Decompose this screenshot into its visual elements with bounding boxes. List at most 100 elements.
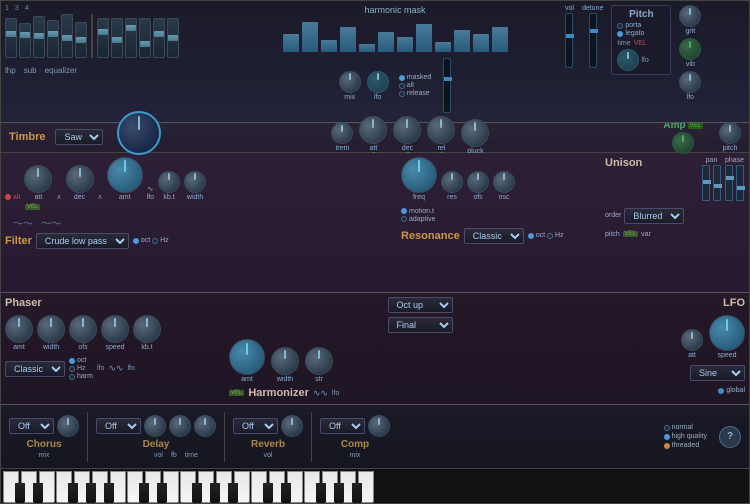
key-gs3[interactable]: [334, 483, 344, 503]
fader-9[interactable]: [125, 18, 137, 58]
fader-10[interactable]: [139, 18, 151, 58]
grit-knob[interactable]: [679, 5, 701, 27]
key-fs2[interactable]: [192, 483, 202, 503]
freq-knob[interactable]: [401, 157, 437, 193]
fader-11[interactable]: [153, 18, 165, 58]
hbar-4[interactable]: [340, 27, 356, 52]
porta-dot[interactable]: [617, 23, 623, 29]
key-as3[interactable]: [352, 483, 362, 503]
reverb-vol-knob[interactable]: [281, 415, 303, 437]
filter-oct-dot[interactable]: [133, 238, 139, 244]
phaser-oct-dot[interactable]: [69, 358, 75, 364]
delay-vol-knob[interactable]: [144, 415, 166, 437]
hbar-11[interactable]: [473, 34, 489, 52]
phaser-hz-dot[interactable]: [69, 366, 75, 372]
fader-4[interactable]: [47, 20, 59, 58]
filter-type-dropdown[interactable]: Crude low pass: [36, 233, 129, 249]
motion-t-dot[interactable]: [401, 208, 407, 214]
hbar-7[interactable]: [397, 37, 413, 52]
lfo-type-dropdown[interactable]: Sine: [690, 365, 745, 381]
delay-fb-knob[interactable]: [169, 415, 191, 437]
phaser-amt-knob[interactable]: [5, 315, 33, 343]
key-cs1[interactable]: [15, 483, 25, 503]
filter-amt-knob[interactable]: [107, 157, 143, 193]
hbar-5[interactable]: [359, 44, 375, 52]
key-ds3[interactable]: [281, 483, 291, 503]
fader-7[interactable]: [97, 18, 109, 58]
key-cs2[interactable]: [139, 483, 149, 503]
filter-hz-dot[interactable]: [152, 238, 158, 244]
fader-2[interactable]: [19, 23, 31, 58]
key-gs1[interactable]: [86, 483, 96, 503]
mix-knob[interactable]: [339, 71, 361, 93]
rel-knob[interactable]: [427, 116, 455, 144]
filter-width-knob[interactable]: [184, 171, 206, 193]
lfo-knob-top[interactable]: [367, 71, 389, 93]
amp-knob[interactable]: [672, 132, 694, 154]
lfo-right-knob[interactable]: [679, 71, 701, 93]
phaser-dropdown[interactable]: Classic: [5, 361, 65, 377]
pan-fader-2[interactable]: [713, 165, 721, 201]
hbar-10[interactable]: [454, 30, 470, 52]
chorus-dropdown[interactable]: Off: [9, 418, 54, 434]
phaser-ofs-knob[interactable]: [69, 315, 97, 343]
filter-kbt-knob[interactable]: [158, 171, 180, 193]
hbar-9[interactable]: [435, 42, 451, 52]
res-oct-dot[interactable]: [528, 233, 534, 239]
key-as2[interactable]: [228, 483, 238, 503]
res-knob[interactable]: [441, 171, 463, 193]
timbre-dropdown[interactable]: Saw: [55, 129, 103, 145]
delay-time-knob[interactable]: [194, 415, 216, 437]
harm-width-knob[interactable]: [271, 347, 299, 375]
key-gs2[interactable]: [210, 483, 220, 503]
reverb-dropdown[interactable]: Off: [233, 418, 278, 434]
osc-knob[interactable]: [493, 171, 515, 193]
quality-threaded-dot[interactable]: [664, 443, 670, 449]
pan-fader-1[interactable]: [702, 165, 710, 201]
trem-knob[interactable]: [331, 122, 353, 144]
key-cs3[interactable]: [263, 483, 273, 503]
quality-normal-dot[interactable]: [664, 425, 670, 431]
lfo-att-knob[interactable]: [681, 329, 703, 351]
key-as1[interactable]: [104, 483, 114, 503]
harm-str-knob[interactable]: [305, 347, 333, 375]
quality-high-dot[interactable]: [664, 434, 670, 440]
chorus-mix-knob[interactable]: [57, 415, 79, 437]
key-ds2[interactable]: [157, 483, 167, 503]
radio-masked-dot[interactable]: [399, 75, 405, 81]
oct-up-dropdown[interactable]: Oct up: [388, 297, 453, 313]
radio-release-dot[interactable]: [399, 91, 405, 97]
pitch-knob[interactable]: [719, 122, 741, 144]
key-fs3[interactable]: [316, 483, 326, 503]
fader-1[interactable]: [5, 18, 17, 58]
adaptive-dot[interactable]: [401, 216, 407, 222]
resonance-dropdown[interactable]: Classic: [464, 228, 524, 244]
phaser-speed-knob[interactable]: [101, 315, 129, 343]
ofs-knob[interactable]: [467, 171, 489, 193]
filter-dec-knob[interactable]: [66, 165, 94, 193]
key-ds1[interactable]: [33, 483, 43, 503]
phase-fader-2[interactable]: [736, 165, 744, 201]
fader-12[interactable]: [167, 18, 179, 58]
hbar-1[interactable]: [283, 34, 299, 52]
hbar-8[interactable]: [416, 24, 432, 52]
res-hz-dot[interactable]: [547, 233, 553, 239]
key-fs1[interactable]: [68, 483, 78, 503]
lfo-speed-knob[interactable]: [709, 315, 745, 351]
unison-dropdown[interactable]: Blurred: [624, 208, 684, 224]
comp-dropdown[interactable]: Off: [320, 418, 365, 434]
phaser-width-knob[interactable]: [37, 315, 65, 343]
legato-dot[interactable]: [617, 31, 623, 37]
phaser-kbt-knob[interactable]: [133, 315, 161, 343]
fader-8[interactable]: [111, 18, 123, 58]
hbar-3[interactable]: [321, 40, 337, 52]
phaser-harm-dot[interactable]: [69, 374, 75, 380]
help-button[interactable]: ?: [719, 426, 741, 448]
hbar-6[interactable]: [378, 32, 394, 52]
delay-dropdown[interactable]: Off: [96, 418, 141, 434]
fader-3[interactable]: [33, 16, 45, 58]
phase-knob[interactable]: [117, 111, 161, 155]
hbar-2[interactable]: [302, 22, 318, 52]
pluck-knob[interactable]: [461, 119, 489, 147]
dec-knob[interactable]: [393, 116, 421, 144]
